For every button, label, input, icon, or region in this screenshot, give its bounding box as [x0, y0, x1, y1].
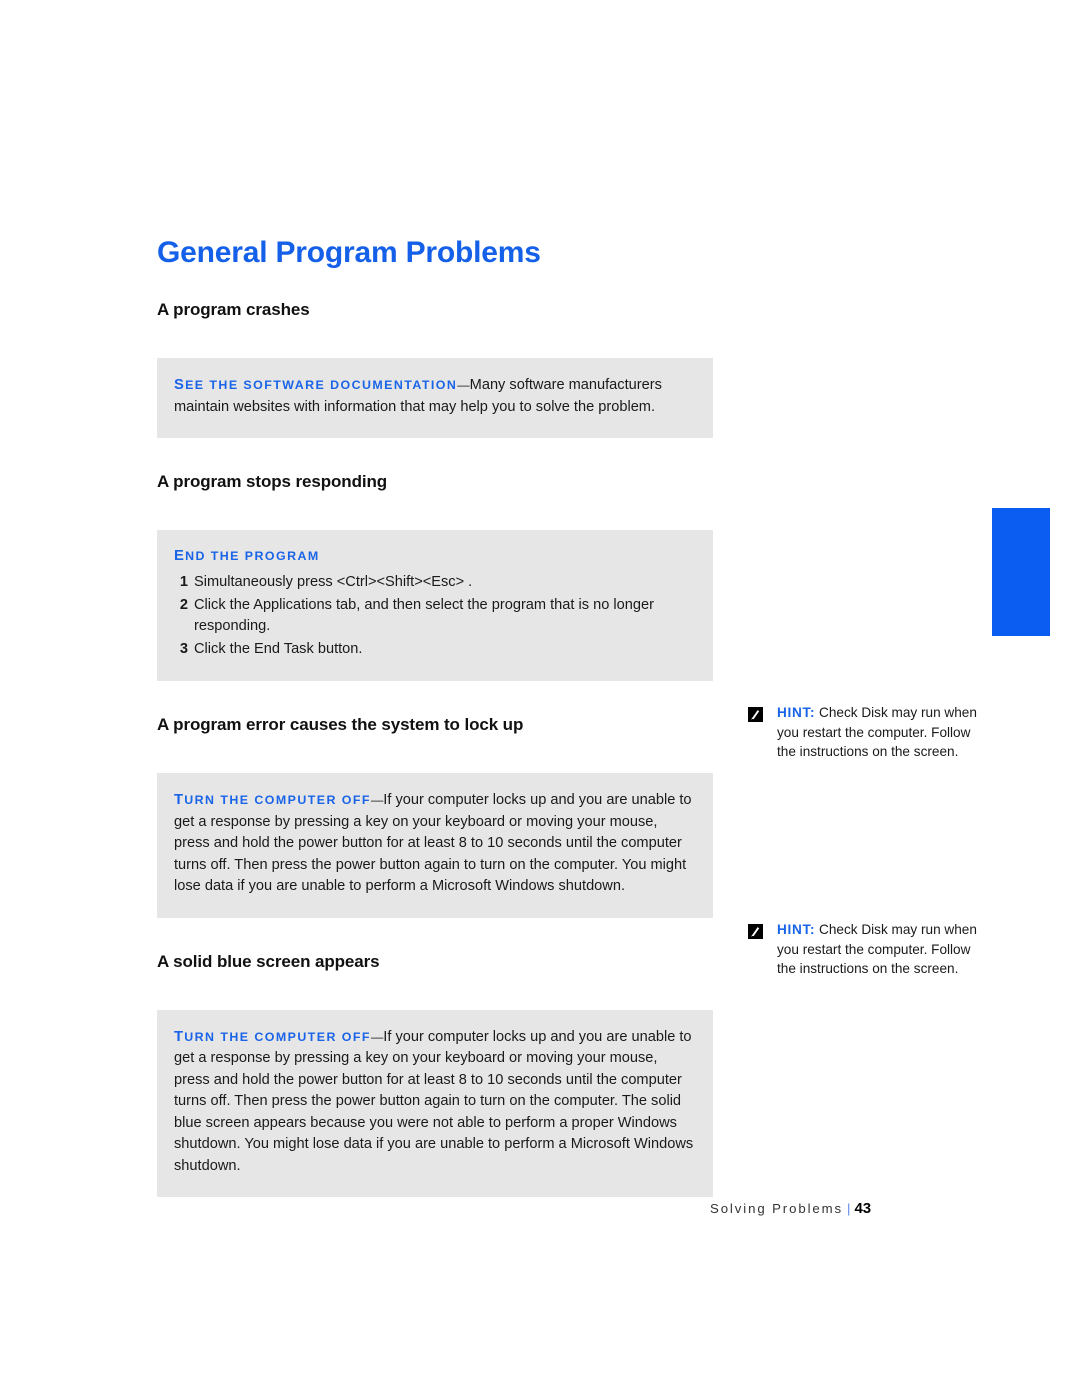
hint-label: HINT:	[777, 922, 816, 937]
callout-lead-label: END THE PROGRAM	[174, 548, 320, 564]
step-text: Simultaneously press <Ctrl><Shift><Esc> …	[194, 574, 473, 590]
hint-text: HINT: Check Disk may run when you restar…	[777, 703, 978, 762]
note-pencil-icon	[748, 707, 763, 722]
callout-paragraph: TURN THE COMPUTER OFF—If your computer l…	[174, 1027, 696, 1178]
hint-callout: HINT: Check Disk may run when you restar…	[748, 920, 978, 979]
callout-lead-label: TURN THE COMPUTER OFF—	[174, 792, 384, 808]
section-heading-program-crashes: A program crashes	[157, 300, 310, 319]
section-heading-program-stops-responding: A program stops responding	[157, 472, 388, 491]
callout-end-the-program: END THE PROGRAM 1 Simultaneously press <C…	[157, 530, 713, 681]
hint-label: HINT:	[777, 705, 816, 720]
note-pencil-icon	[748, 924, 763, 939]
footer-separator: |	[847, 1201, 851, 1216]
callout-body-text: If your computer locks up and you are un…	[174, 792, 692, 894]
list-item: 2 Click the Applications tab, and then se…	[174, 595, 696, 638]
step-text: Click the End Task button.	[194, 640, 363, 657]
callout-see-software-documentation: SEE THE SOFTWARE DOCUMENTATION—Many soft…	[157, 358, 713, 438]
callout-paragraph: SEE THE SOFTWARE DOCUMENTATION—Many soft…	[174, 375, 696, 418]
footer-chapter-name: Solving Problems	[710, 1201, 844, 1216]
section-heading-blue-screen: A solid blue screen appears	[157, 951, 380, 971]
step-number: 1	[179, 574, 188, 590]
step-list: 1 Simultaneously press <Ctrl><Shift><Esc>…	[174, 572, 696, 660]
callout-body-text: If your computer locks up and you are un…	[174, 1028, 694, 1174]
step-number: 3	[179, 640, 188, 657]
step-text: Click the Applications tab, and then sel…	[194, 596, 654, 635]
callout-paragraph: TURN THE COMPUTER OFF—If your computer l…	[174, 790, 696, 898]
page-content: General Program Problems A program crash…	[157, 236, 713, 1231]
section-heading-system-lock-up: A program error causes the system to loc…	[157, 715, 524, 734]
page-footer: Solving Problems | 43	[710, 1200, 940, 1217]
page-title: General Program Problems	[157, 236, 541, 269]
hint-callout: HINT: Check Disk may run when you restar…	[748, 703, 978, 762]
list-item: 3 Click the End Task button.	[174, 639, 696, 661]
chapter-edge-tab	[992, 508, 1050, 636]
step-number: 2	[179, 596, 188, 613]
callout-turn-the-computer-off-lockup: TURN THE COMPUTER OFF—If your computer l…	[157, 773, 713, 918]
document-page: General Program Problems A program crash…	[0, 0, 1080, 1397]
footer-page-number: 43	[854, 1200, 872, 1217]
list-item: 1 Simultaneously press <Ctrl><Shift><Esc>…	[174, 572, 696, 594]
callout-lead-label: TURN THE COMPUTER OFF—	[174, 1028, 384, 1045]
callout-turn-the-computer-off-bluescreen: TURN THE COMPUTER OFF—If your computer l…	[157, 1009, 713, 1197]
hint-text: HINT: Check Disk may run when you restar…	[777, 920, 978, 979]
callout-lead-label: SEE THE SOFTWARE DOCUMENTATION—	[174, 377, 470, 393]
